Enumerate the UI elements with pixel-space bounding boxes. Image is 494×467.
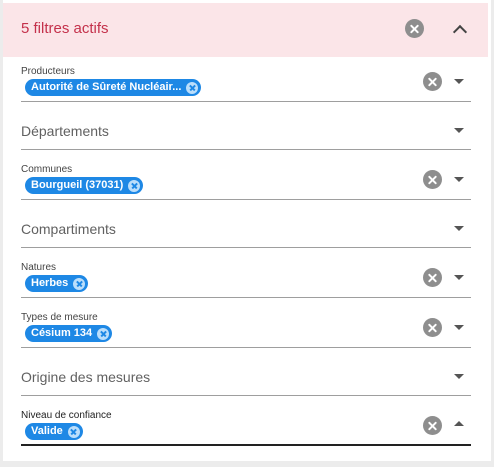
selected-chip: Valide bbox=[25, 423, 83, 440]
clear-all-icon[interactable] bbox=[405, 19, 424, 38]
clear-icon[interactable] bbox=[423, 268, 442, 287]
origine-des-mesures-field[interactable]: Origine des mesures bbox=[21, 358, 471, 396]
selected-chip: Césium 134 bbox=[25, 325, 113, 342]
chip-label: Valide bbox=[31, 425, 63, 437]
clear-icon[interactable] bbox=[423, 170, 442, 189]
clear-icon[interactable] bbox=[423, 72, 442, 91]
origine-des-mesures-label: Origine des mesures bbox=[21, 369, 151, 385]
natures-label: Natures bbox=[21, 262, 57, 273]
selected-chip: Autorité de Sûreté Nucléair... bbox=[25, 79, 202, 96]
dropdown-arrow-icon[interactable] bbox=[454, 275, 464, 280]
chip-label: Herbes bbox=[31, 277, 69, 289]
dropdown-arrow-icon[interactable] bbox=[454, 79, 464, 84]
types-de-mesure-label: Types de mesure bbox=[21, 312, 98, 323]
dropdown-arrow-icon[interactable] bbox=[454, 177, 464, 182]
departements-label: Départements bbox=[21, 123, 109, 139]
compartiments-label: Compartiments bbox=[21, 221, 116, 237]
niveau-de-confiance-label: Niveau de confiance bbox=[21, 410, 112, 421]
dropdown-arrow-icon[interactable] bbox=[454, 128, 464, 133]
dropdown-arrow-icon[interactable] bbox=[454, 325, 464, 330]
chip-remove-icon[interactable] bbox=[67, 425, 80, 438]
chip-label: Bourgueil (37031) bbox=[31, 179, 124, 191]
clear-icon[interactable] bbox=[423, 318, 442, 337]
dropdown-arrow-icon[interactable] bbox=[454, 374, 464, 379]
chip-remove-icon[interactable] bbox=[186, 81, 199, 94]
niveau-de-confiance-field[interactable]: Niveau de confiance Valide bbox=[21, 410, 471, 446]
communes-label: Communes bbox=[21, 164, 73, 175]
natures-field[interactable]: Natures Herbes bbox=[21, 262, 471, 298]
chip-label: Césium 134 bbox=[31, 327, 93, 339]
chip-remove-icon[interactable] bbox=[97, 327, 110, 340]
types-de-mesure-field[interactable]: Types de mesure Césium 134 bbox=[21, 312, 471, 348]
compartiments-field[interactable]: Compartiments bbox=[21, 210, 471, 248]
dropdown-arrow-up-icon[interactable] bbox=[454, 421, 464, 426]
selected-chip: Herbes bbox=[25, 275, 89, 292]
filter-header[interactable]: 5 filtres actifs bbox=[3, 3, 488, 57]
chevron-up-icon[interactable] bbox=[452, 24, 468, 40]
chip-remove-icon[interactable] bbox=[128, 179, 141, 192]
dropdown-arrow-icon[interactable] bbox=[454, 226, 464, 231]
producteurs-label: Producteurs bbox=[21, 66, 75, 77]
active-filters-count: 5 filtres actifs bbox=[21, 20, 109, 37]
clear-icon[interactable] bbox=[423, 416, 442, 435]
producteurs-field[interactable]: Producteurs Autorité de Sûreté Nucléair.… bbox=[21, 66, 471, 102]
communes-field[interactable]: Communes Bourgueil (37031) bbox=[21, 164, 471, 200]
filter-panel: 5 filtres actifs Producteurs Autorité de… bbox=[0, 0, 494, 467]
departements-field[interactable]: Départements bbox=[21, 112, 471, 150]
chip-label: Autorité de Sûreté Nucléair... bbox=[31, 81, 182, 93]
chip-remove-icon[interactable] bbox=[73, 277, 86, 290]
selected-chip: Bourgueil (37031) bbox=[25, 177, 144, 194]
